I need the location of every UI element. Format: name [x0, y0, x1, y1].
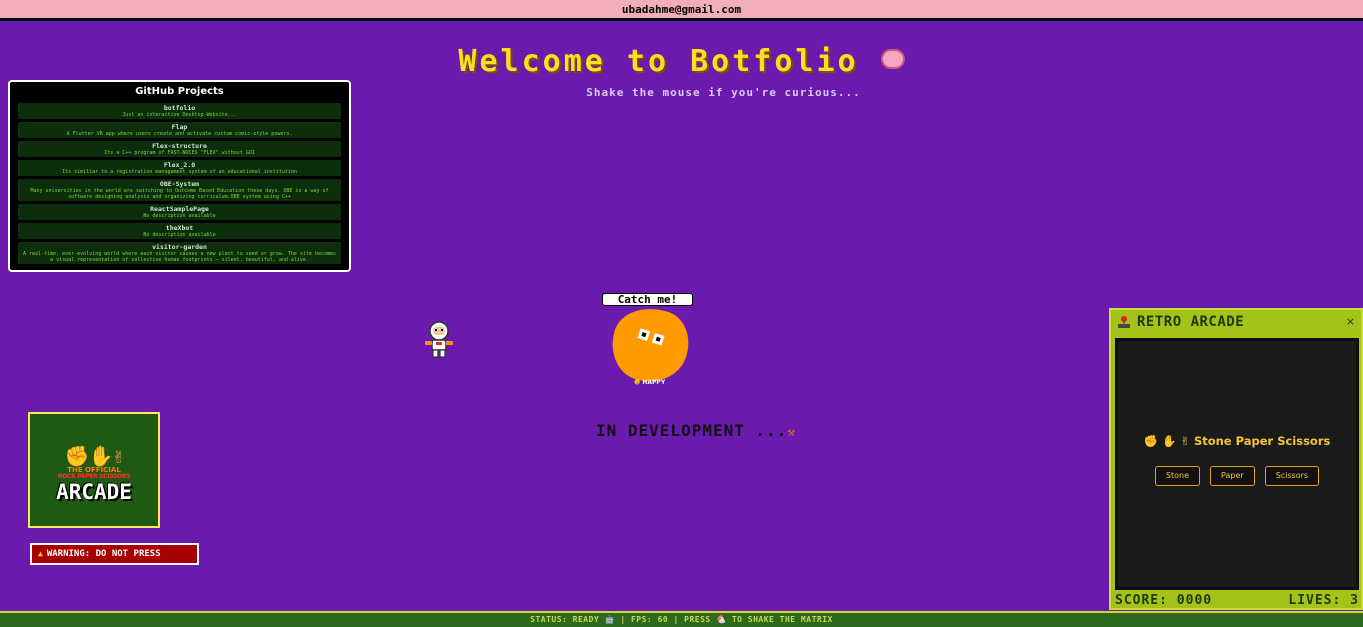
warning-button[interactable]: ▲ WARNING: DO NOT PRESS — [30, 543, 199, 565]
game-title: ✊ ✋ ✌ Stone Paper Scissors — [1118, 434, 1356, 448]
pet-blob[interactable] — [602, 298, 698, 392]
retro-arcade-window: RETRO ARCADE × ✊ ✋ ✌ Stone Paper Scissor… — [1109, 308, 1363, 610]
project-desc: Its similiar to a registration managemen… — [62, 169, 297, 175]
brain-icon — [880, 49, 905, 69]
email-link[interactable]: ubadahme@gmail.com — [622, 3, 741, 16]
project-desc: A Flutter VR app where users create and … — [66, 131, 293, 137]
project-item[interactable]: Flex_2.0 Its similiar to a registration … — [18, 160, 341, 176]
status-bar: STATUS: READY 🤖 | FPS: 60 | PRESS 🐔 TO S… — [0, 611, 1363, 627]
project-desc: Its a C++ program of FAST-NUCES "FLEX" w… — [104, 150, 255, 156]
scissors-button[interactable]: Scissors — [1264, 466, 1320, 486]
stone-button[interactable]: Stone — [1154, 466, 1201, 486]
close-icon[interactable]: × — [1346, 315, 1355, 328]
warning-button-label: WARNING: DO NOT PRESS — [46, 549, 161, 559]
score-display: SCORE: 0000 — [1115, 593, 1213, 608]
pet-eye-right — [651, 332, 665, 346]
arcade-tile-title: ARCADE — [56, 480, 132, 504]
project-desc: No description available — [143, 232, 216, 238]
project-item[interactable]: visitor-garden A real-time, ever-evolvin… — [18, 242, 341, 264]
paper-button[interactable]: Paper — [1210, 466, 1255, 486]
project-name: Flap — [171, 123, 188, 131]
warning-icon: ▲ — [38, 549, 43, 558]
lives-display: LIVES: 3 — [1288, 593, 1359, 608]
pet-mood: ☻ HAPPY — [634, 379, 666, 386]
pet-eye-left — [637, 328, 651, 341]
project-name: Flex_2.0 — [163, 161, 196, 169]
project-name: visitor-garden — [152, 243, 207, 251]
project-item[interactable]: theXbot No description available — [18, 223, 341, 239]
rps-hands-icon: ✊✋✌ — [64, 444, 125, 468]
github-projects-title: GitHub Projects — [135, 86, 224, 97]
pet-speech-bubble: Catch me! — [602, 293, 693, 306]
project-item[interactable]: OBE-System Many universities in the worl… — [18, 179, 341, 201]
project-item[interactable]: Flap A Flutter VR app where users create… — [18, 122, 341, 138]
project-item[interactable]: ReactSamplePage No description available — [18, 204, 341, 220]
game-screen: ✊ ✋ ✌ Stone Paper Scissors Stone Paper S… — [1115, 338, 1359, 590]
top-bar: ubadahme@gmail.com — [0, 0, 1363, 21]
project-desc: No description available — [143, 213, 216, 219]
github-projects-panel: GitHub Projects botfolio Just an interac… — [8, 80, 351, 272]
game-title-text: Stone Paper Scissors — [1193, 434, 1331, 448]
project-name: Flex-structure — [152, 142, 207, 150]
pet-mood-label: HAPPY — [642, 379, 666, 386]
dev-notice: IN DEVELOPMENT ...⚒ — [596, 421, 796, 440]
project-item[interactable]: botfolio Just an interactive Desktop-Web… — [18, 103, 341, 119]
page-title-row: Welcome to Botfolio — [0, 44, 1363, 79]
astronaut-icon[interactable] — [421, 320, 457, 360]
project-desc: Many universities in the world are switc… — [30, 188, 329, 200]
rps-button-row: Stone Paper Scissors — [1118, 466, 1356, 486]
project-name: theXbot — [165, 224, 194, 232]
retro-arcade-title: RETRO ARCADE — [1137, 314, 1245, 330]
project-desc: Just an interactive Desktop-Website... — [122, 112, 237, 118]
retro-arcade-footer: SCORE: 0000 LIVES: 3 — [1115, 593, 1359, 608]
hammer-icon: ⚒ — [787, 425, 797, 440]
arcade-tile[interactable]: ✊✋✌ THE OFFICIAL ROCK PAPER SCISSORS ARC… — [28, 412, 160, 528]
dev-notice-text: IN DEVELOPMENT ... — [596, 421, 788, 440]
project-desc: A real-time, ever-evolving world where e… — [22, 251, 337, 263]
arcade-tile-subcaption: ROCK PAPER SCISSORS — [57, 473, 131, 480]
page-title: Welcome to Botfolio — [458, 44, 859, 79]
project-name: botfolio — [163, 104, 196, 112]
project-item[interactable]: Flex-structure Its a C++ program of FAST… — [18, 141, 341, 157]
retro-arcade-header[interactable]: RETRO ARCADE × — [1111, 310, 1361, 334]
project-name: ReactSamplePage — [150, 205, 209, 213]
joystick-icon — [1118, 316, 1130, 328]
rps-hands-icon: ✊ ✋ ✌ — [1143, 434, 1194, 448]
project-name: OBE-System — [159, 180, 200, 188]
